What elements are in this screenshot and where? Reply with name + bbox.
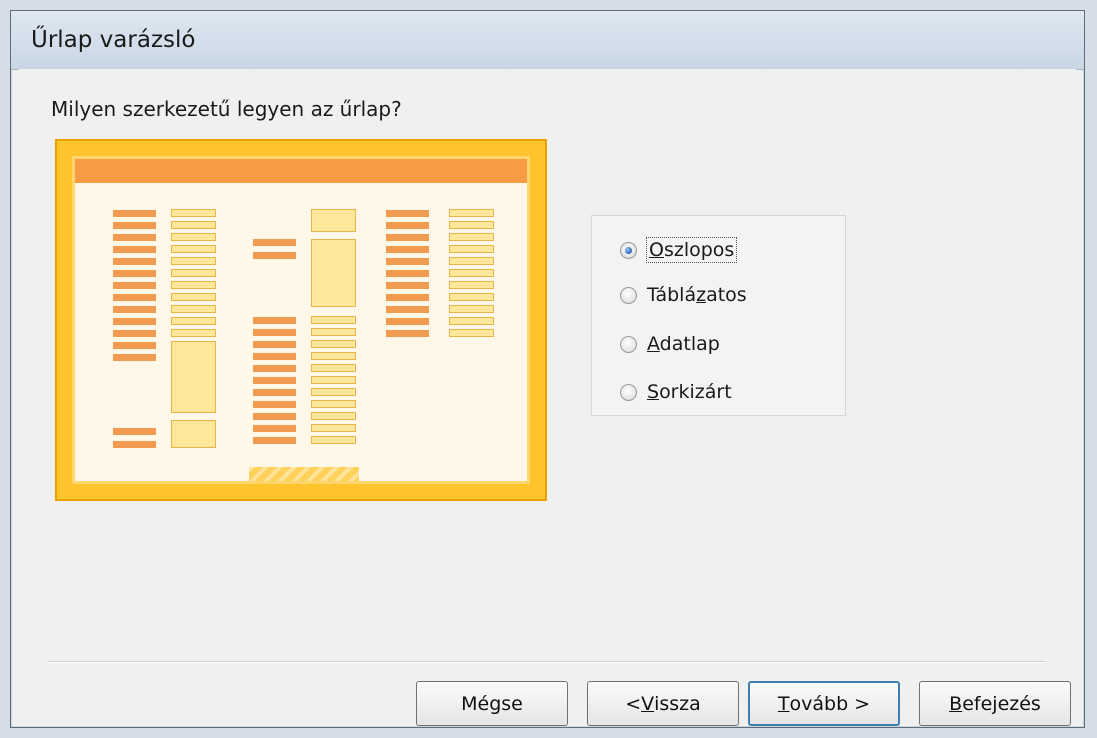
next-button[interactable]: Tovább > [748, 681, 900, 726]
layout-question: Milyen szerkezetű legyen az űrlap? [51, 97, 402, 121]
preview-header-bar [75, 159, 527, 183]
title-bar: Űrlap varázsló [11, 11, 1084, 70]
radio-unselected-icon[interactable] [620, 335, 637, 353]
wizard-content: Milyen szerkezetű legyen az űrlap? Oszlo… [19, 69, 1076, 726]
option-label-adatlap: Adatlap [647, 333, 720, 355]
option-oszlopos[interactable]: Oszlopos [620, 237, 738, 263]
option-label-sorkizart: Sorkizárt [647, 381, 732, 403]
radio-selected-icon[interactable] [620, 241, 637, 259]
option-label-oszlopos: Oszlopos [645, 237, 738, 263]
window-title: Űrlap varázsló [31, 27, 196, 53]
option-adatlap[interactable]: Adatlap [620, 332, 720, 356]
option-mnemonic: O [649, 239, 664, 261]
radio-unselected-icon[interactable] [620, 286, 637, 304]
cancel-button[interactable]: Mégse [416, 681, 568, 726]
option-label-rest: szlopos [663, 239, 735, 261]
footer-divider [49, 661, 1046, 662]
option-label-tablazatos: Táblázatos [647, 284, 747, 306]
radio-unselected-icon[interactable] [620, 383, 637, 401]
option-sorkizart[interactable]: Sorkizárt [620, 380, 732, 404]
preview-hatch-decoration [249, 467, 359, 481]
layout-preview-image [55, 139, 547, 501]
form-wizard-window: Űrlap varázsló Milyen szerkezetű legyen … [10, 10, 1085, 728]
option-tablazatos[interactable]: Táblázatos [620, 283, 747, 307]
back-button[interactable]: < Vissza [587, 681, 739, 726]
preview-canvas [72, 156, 530, 484]
layout-options-group: Oszlopos Táblázatos Adatlap Sorkizárt [591, 215, 846, 416]
finish-button[interactable]: Befejezés [919, 681, 1071, 726]
